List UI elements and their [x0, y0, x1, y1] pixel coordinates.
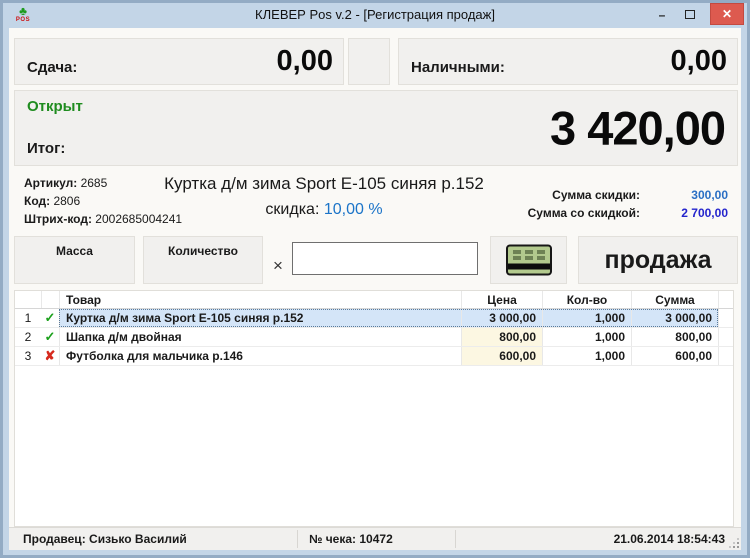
- discount-percent: 10,00 %: [323, 201, 383, 218]
- row-number: 2: [24, 330, 32, 344]
- datetime-display: 21.06.2014 18:54:43: [613, 532, 725, 546]
- article-label: Артикул:: [24, 176, 78, 190]
- row-price: 600,00: [461, 347, 542, 365]
- card-payment-button[interactable]: [490, 236, 567, 284]
- header-qty[interactable]: Кол-во: [542, 291, 631, 308]
- change-value: 0,00: [276, 45, 333, 77]
- row-product: Куртка д/м зима Sport E-105 синяя р.152: [59, 309, 461, 327]
- close-button[interactable]: ✕: [710, 3, 744, 25]
- row-qty: 1,000: [542, 347, 631, 365]
- table-row[interactable]: 1 ✓ Куртка д/м зима Sport E-105 синяя р.…: [15, 309, 733, 328]
- actions-row: Масса Количество × продажа: [9, 236, 741, 284]
- row-qty: 1,000: [542, 328, 631, 346]
- discount-sum-line: Сумма скидки: 300,00: [528, 186, 728, 204]
- main-content: Сдача: 0,00 Наличными: 0,00 Открыт Итог:…: [9, 28, 741, 550]
- table-row[interactable]: 3 ✘ Футболка для мальчика р.146 600,00 1…: [15, 347, 733, 366]
- maximize-icon: [685, 10, 695, 19]
- table-row[interactable]: 2 ✓ Шапка д/м двойная 800,00 1,000 800,0…: [15, 328, 733, 347]
- discount-label: скидка:: [265, 201, 320, 218]
- article-value: 2685: [80, 176, 108, 190]
- code-value: 2806: [53, 194, 81, 208]
- row-product: Шапка д/м двойная: [59, 328, 461, 346]
- statusbar-divider: [455, 530, 456, 548]
- table-header-row: Товар Цена Кол-во Сумма: [15, 291, 733, 309]
- payment-card-icon: [505, 244, 552, 276]
- window-title: КЛЕВЕР Pos v.2 - [Регистрация продаж]: [255, 7, 495, 22]
- discounted-total-label: Сумма со скидкой:: [527, 206, 640, 220]
- check-icon: ✓: [44, 310, 56, 325]
- change-label: Сдача:: [27, 59, 78, 76]
- row-sum: 600,00: [631, 347, 718, 365]
- mass-button[interactable]: Масса: [14, 236, 135, 284]
- receipt-no-label: № чека:: [309, 532, 357, 546]
- receipt-no-value: 10472: [359, 532, 393, 546]
- cash-panel: Наличными: 0,00: [398, 38, 738, 85]
- row-number: 3: [24, 349, 32, 363]
- check-icon: ✓: [44, 329, 56, 344]
- current-product-name: Куртка д/м зима Sport E-105 синяя р.152: [164, 174, 484, 193]
- discounted-total-value: 2 700,00: [681, 206, 728, 220]
- row-price: 800,00: [461, 328, 542, 346]
- maximize-button[interactable]: [679, 9, 701, 23]
- cash-value: 0,00: [670, 45, 727, 77]
- total-value: 3 420,00: [550, 101, 726, 155]
- row-number: 1: [24, 311, 32, 325]
- titlebar: ♣ POS КЛЕВЕР Pos v.2 - [Регистрация прод…: [3, 3, 747, 28]
- quantity-input[interactable]: [292, 242, 478, 275]
- item-info-section: Артикул: 2685 Код: 2806 Штрих-код: 20026…: [14, 170, 738, 234]
- statusbar-divider: [297, 530, 298, 548]
- change-panel: Сдача: 0,00: [14, 38, 344, 85]
- barcode-label: Штрих-код:: [24, 212, 92, 226]
- header-sum[interactable]: Сумма: [631, 291, 718, 308]
- row-sum: 800,00: [631, 328, 718, 346]
- header-price[interactable]: Цена: [461, 291, 542, 308]
- discount-sum-label: Сумма скидки:: [552, 188, 640, 202]
- row-product: Футболка для мальчика р.146: [59, 347, 461, 365]
- table-body: 1 ✓ Куртка д/м зима Sport E-105 синяя р.…: [15, 309, 733, 366]
- quantity-button[interactable]: Количество: [143, 236, 263, 284]
- seller-info: Продавец: Сизько Василий: [23, 532, 187, 546]
- row-price: 3 000,00: [461, 309, 542, 327]
- cross-icon: ✘: [44, 348, 56, 363]
- resize-grip[interactable]: [730, 539, 739, 548]
- receipt-number-info: № чека: 10472: [309, 532, 393, 546]
- discounted-total-line: Сумма со скидкой: 2 700,00: [528, 204, 728, 222]
- status-bar: Продавец: Сизько Василий № чека: 10472 2…: [9, 527, 741, 550]
- row-qty: 1,000: [542, 309, 631, 327]
- total-label: Итог:: [27, 140, 66, 157]
- sales-table: Товар Цена Кол-во Сумма 1 ✓ Куртка д/м з…: [14, 290, 734, 527]
- seller-label: Продавец:: [23, 532, 86, 546]
- row-sum: 3 000,00: [631, 309, 718, 327]
- seller-value: Сизько Василий: [89, 532, 187, 546]
- multiply-sign: ×: [273, 256, 283, 275]
- sale-button[interactable]: продажа: [578, 236, 738, 284]
- total-panel: Открыт Итог: 3 420,00: [14, 90, 738, 166]
- header-product[interactable]: Товар: [59, 291, 461, 308]
- spacer-panel: [348, 38, 390, 85]
- code-label: Код:: [24, 194, 51, 208]
- discount-totals: Сумма скидки: 300,00 Сумма со скидкой: 2 7…: [528, 186, 728, 222]
- minimize-button[interactable]: –: [651, 9, 673, 23]
- pos-window: ♣ POS КЛЕВЕР Pos v.2 - [Регистрация прод…: [0, 0, 750, 558]
- discount-sum-value: 300,00: [691, 188, 728, 202]
- receipt-status-badge: Открыт: [27, 98, 83, 115]
- discount-line: скидка: 10,00 %: [144, 201, 504, 219]
- cash-label: Наличными:: [411, 59, 505, 76]
- current-item: Куртка д/м зима Sport E-105 синяя р.152 …: [144, 170, 504, 219]
